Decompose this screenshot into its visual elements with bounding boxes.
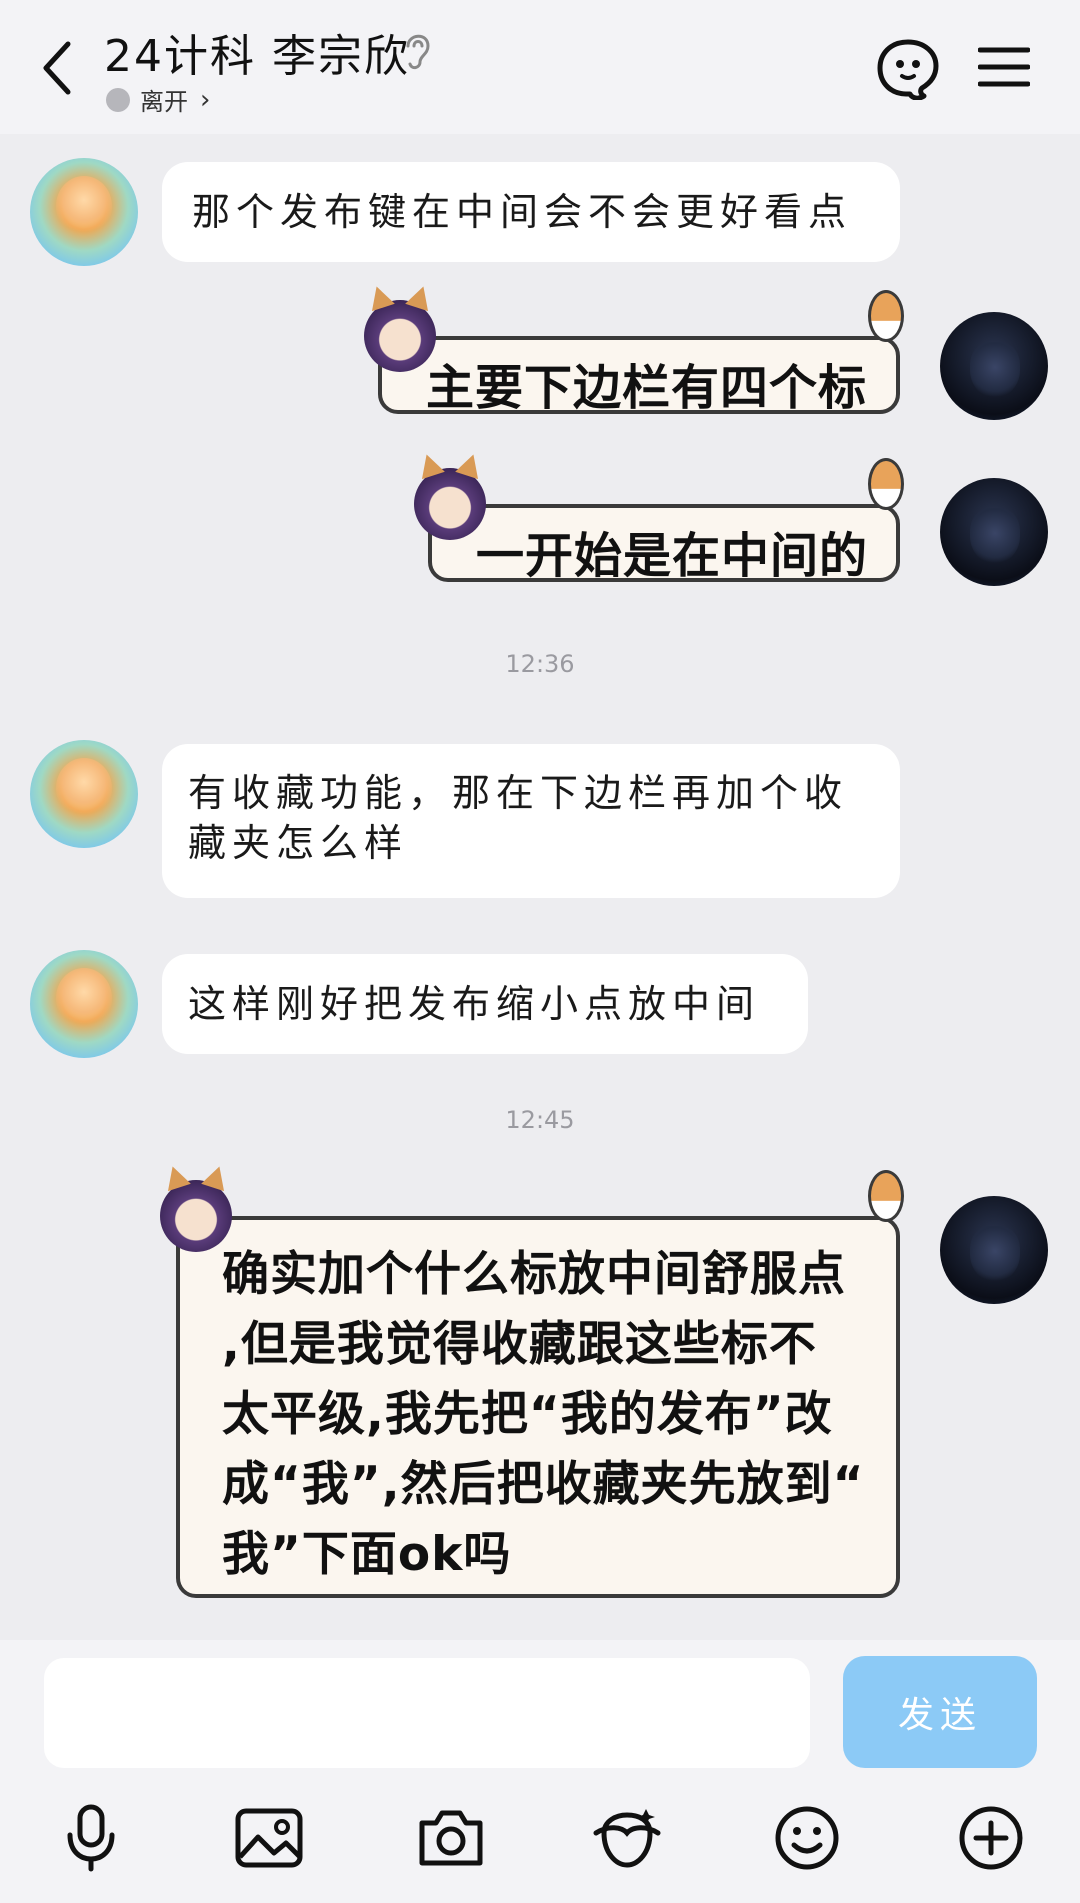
cat-girl-icon bbox=[364, 300, 436, 372]
message-line: 有收藏功能，那在下边栏再加个收 bbox=[188, 771, 849, 815]
camera-icon[interactable] bbox=[416, 1803, 486, 1873]
status-text: 离开 bbox=[140, 88, 188, 116]
friend-avatar[interactable] bbox=[30, 950, 138, 1058]
menu-icon[interactable] bbox=[978, 46, 1030, 88]
cat-girl-icon bbox=[160, 1180, 232, 1252]
sticker-bubble[interactable]: 确实加个什么标放中间舒服点 ,但是我觉得收藏跟这些标不 太平级,我先把“我的发布… bbox=[160, 1170, 904, 1598]
microphone-icon[interactable] bbox=[56, 1803, 126, 1873]
send-button[interactable]: 发送 bbox=[843, 1656, 1037, 1768]
sticker-line: 我”下面ok吗 bbox=[222, 1527, 512, 1582]
friend-avatar[interactable] bbox=[30, 158, 138, 266]
fox-tail-icon bbox=[868, 458, 904, 510]
message-bubble[interactable]: 这样刚好把发布缩小点放中间 bbox=[162, 954, 808, 1054]
face-effect-icon[interactable] bbox=[592, 1803, 662, 1873]
ear-icon[interactable] bbox=[400, 28, 436, 72]
my-avatar[interactable] bbox=[940, 312, 1048, 420]
fox-tail-icon bbox=[868, 290, 904, 342]
my-avatar[interactable] bbox=[940, 478, 1048, 586]
timestamp: 12:45 bbox=[505, 1106, 575, 1134]
emoji-icon[interactable] bbox=[772, 1803, 842, 1873]
image-icon[interactable] bbox=[234, 1803, 304, 1873]
sticker-line: 确实加个什么标放中间舒服点 bbox=[222, 1247, 846, 1302]
sticker-bubble[interactable]: 主要下边栏有四个标 bbox=[364, 290, 904, 416]
sticker-bubble[interactable]: 一开始是在中间的 bbox=[414, 458, 904, 584]
message-text: 那个发布键在中间会不会更好看点 bbox=[192, 190, 853, 234]
sticker-line: 成“我”,然后把收藏夹先放到“ bbox=[222, 1457, 865, 1512]
input-area: 发送 bbox=[0, 1640, 1080, 1903]
sticker-text: 主要下边栏有四个标 bbox=[426, 360, 868, 416]
sticker-text: 一开始是在中间的 bbox=[476, 528, 869, 584]
message-text: 这样刚好把发布缩小点放中间 bbox=[188, 982, 761, 1026]
chat-header: 24计科 李宗欣 离开 › bbox=[0, 0, 1080, 134]
sticker-line: ,但是我觉得收藏跟这些标不 bbox=[222, 1317, 817, 1372]
message-line: 藏夹怎么样 bbox=[188, 821, 409, 865]
my-avatar[interactable] bbox=[940, 1196, 1048, 1304]
clock-icon bbox=[106, 87, 130, 112]
presence-status[interactable]: 离开 › bbox=[106, 82, 210, 117]
input-toolbar bbox=[0, 1795, 1080, 1895]
friend-avatar[interactable] bbox=[30, 740, 138, 848]
plus-icon[interactable] bbox=[956, 1803, 1026, 1873]
timestamp: 12:36 bbox=[505, 650, 575, 678]
message-bubble[interactable]: 有收藏功能，那在下边栏再加个收 藏夹怎么样 bbox=[162, 744, 900, 898]
chevron-right-icon: › bbox=[200, 84, 211, 115]
fox-tail-icon bbox=[868, 1170, 904, 1222]
message-bubble[interactable]: 那个发布键在中间会不会更好看点 bbox=[162, 162, 900, 262]
sticker-line: 太平级,我先把“我的发布”改 bbox=[222, 1387, 833, 1442]
chat-title[interactable]: 24计科 李宗欣 bbox=[104, 20, 410, 84]
message-input[interactable] bbox=[44, 1658, 810, 1768]
bot-icon[interactable] bbox=[876, 38, 940, 100]
back-icon[interactable] bbox=[38, 38, 78, 98]
cat-girl-icon bbox=[414, 468, 486, 540]
